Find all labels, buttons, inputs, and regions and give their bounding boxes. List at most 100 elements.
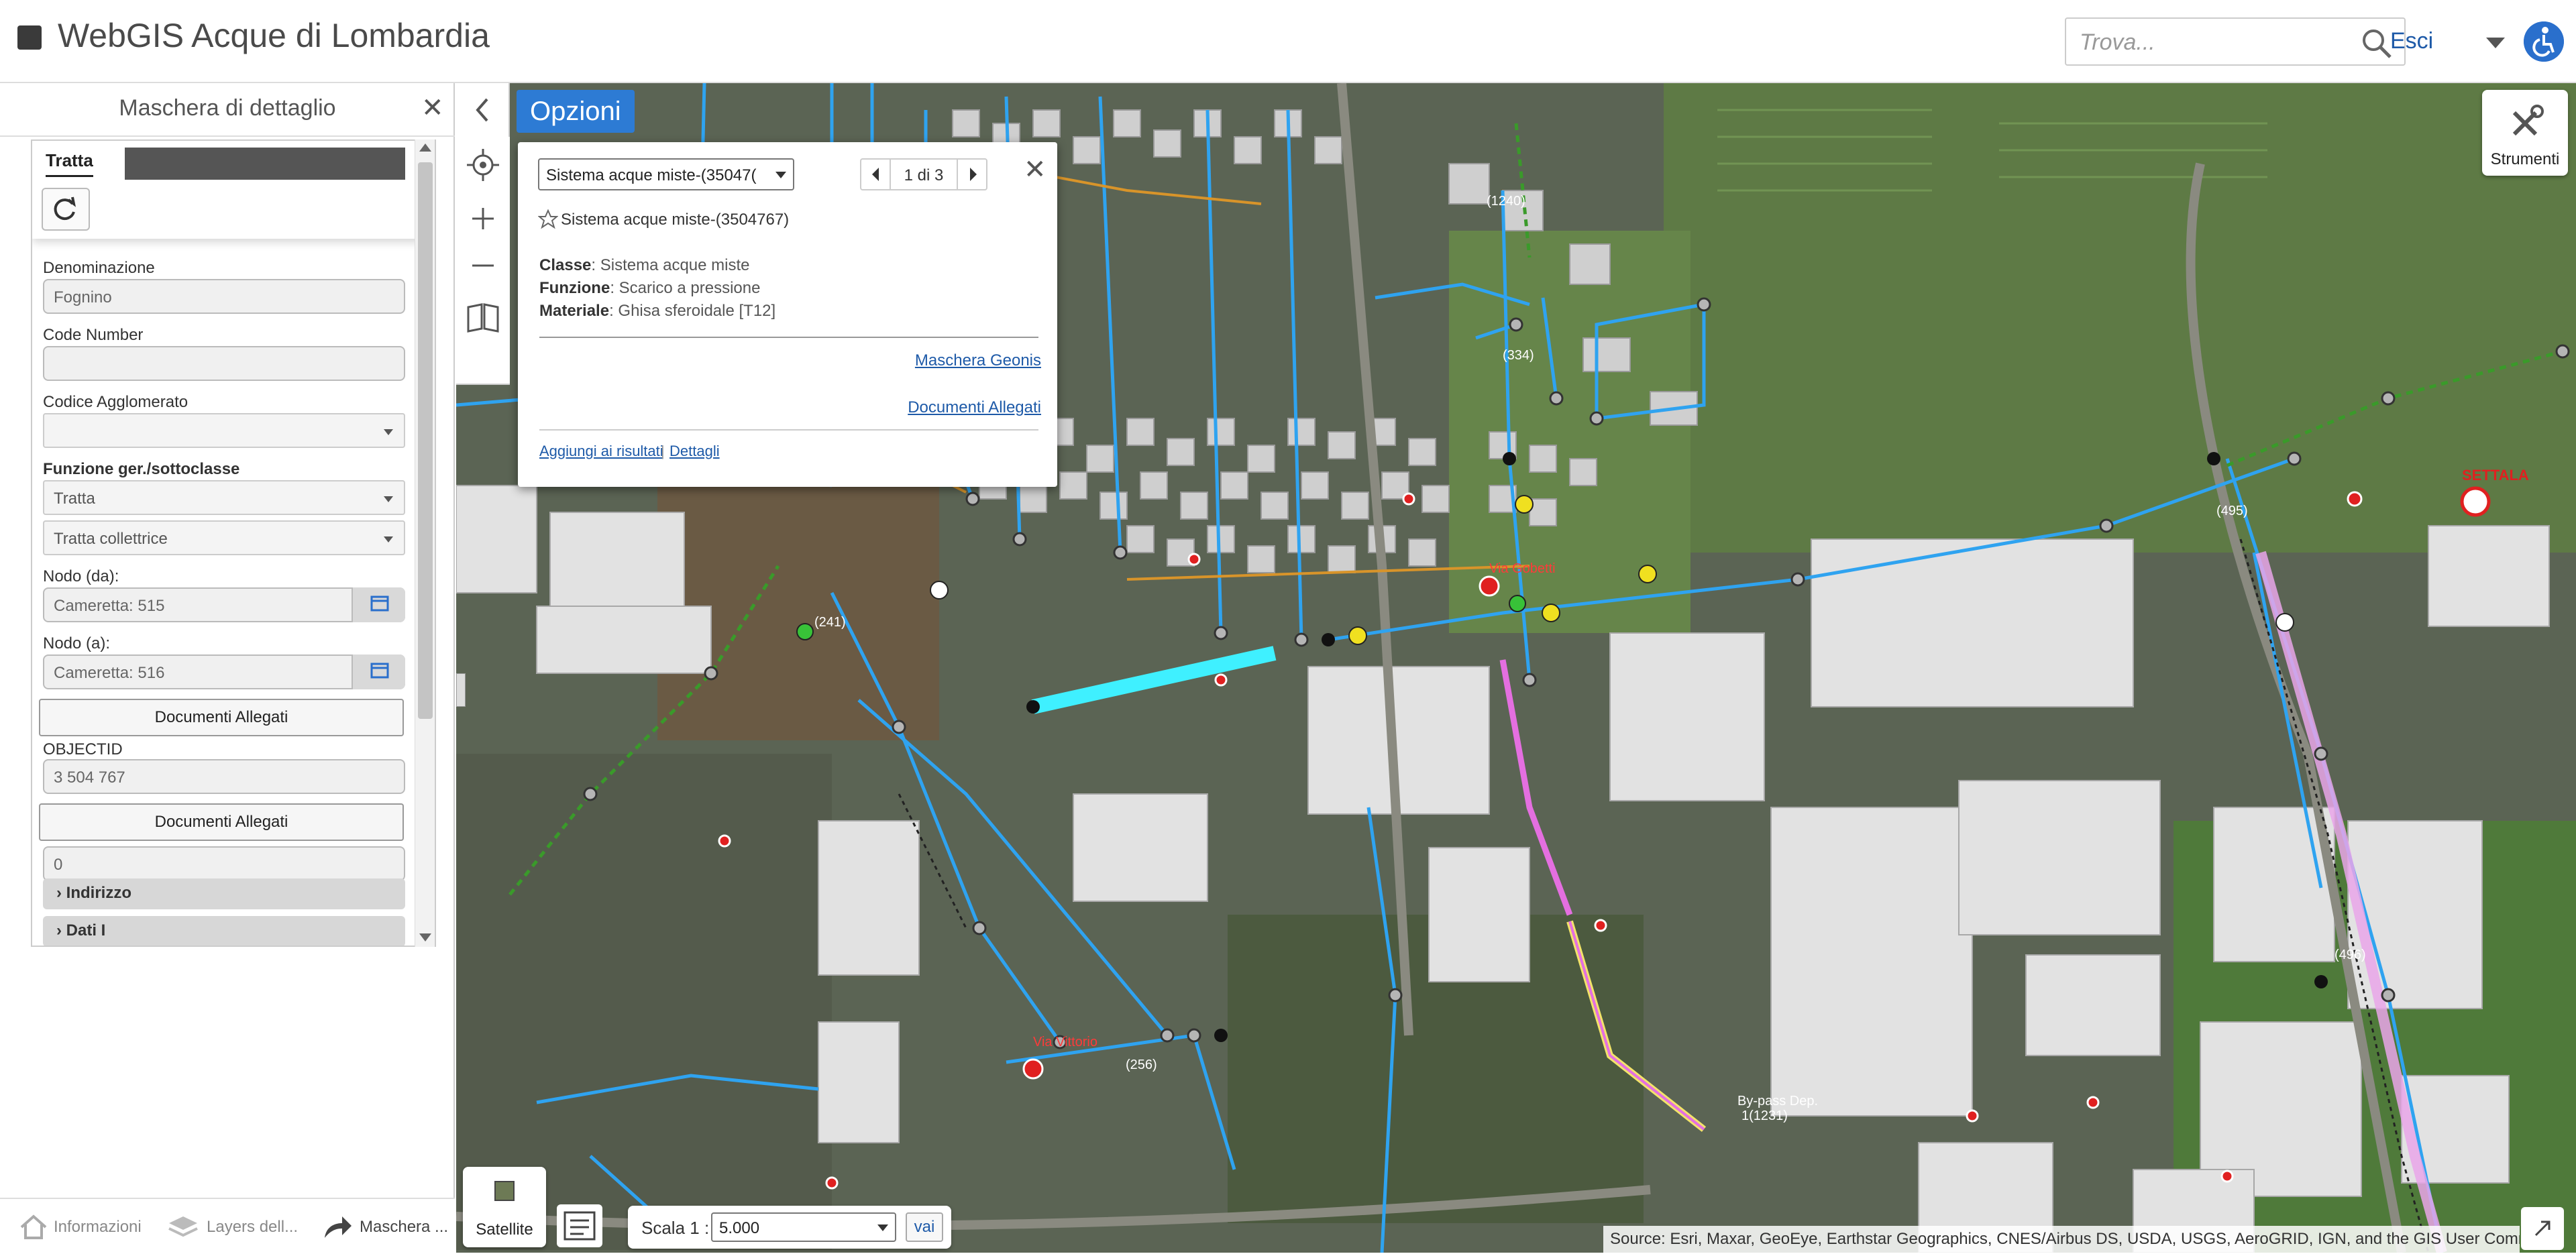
codice-agglomerato-select[interactable] <box>43 413 405 448</box>
feature-select[interactable]: Sistema acque miste-(35047( <box>538 158 794 190</box>
exit-link[interactable]: Esci <box>2390 28 2433 54</box>
form-scrollbar[interactable] <box>415 139 435 947</box>
funzione-label: Funzione ger./sottoclasse <box>43 460 240 478</box>
attribute-value: Ghisa sferoidale [T12] <box>618 302 776 320</box>
tab-layers[interactable]: Layers dell... <box>160 1199 310 1254</box>
chevron-down-icon <box>877 1224 888 1231</box>
chevron-right-icon: › <box>56 884 66 902</box>
refresh-button[interactable] <box>42 188 90 231</box>
code-number-field[interactable] <box>43 346 405 381</box>
nodo-da-picker-button[interactable] <box>352 587 405 622</box>
divider <box>539 337 1038 338</box>
attribute-row: Funzione: Scarico a pressione <box>539 279 761 297</box>
expand-icon <box>2534 1220 2551 1237</box>
app-title: WebGIS Acque di Lombardia <box>58 17 490 54</box>
nodo-a-picker-button[interactable] <box>352 654 405 689</box>
documenti-allegati-button[interactable]: Documenti Allegati <box>39 699 404 736</box>
chevron-down-icon <box>384 536 393 543</box>
nodo-a-field[interactable]: Cameretta: 516 <box>43 654 405 689</box>
search-input[interactable] <box>2078 25 2347 59</box>
map-label: SETTALA <box>2462 467 2529 483</box>
legend-button[interactable] <box>557 1204 602 1247</box>
previous-feature-button[interactable] <box>861 160 891 189</box>
bottom-tab-bar: Informazioni Layers dell... Maschera ... <box>0 1198 455 1254</box>
nodo-a-value: Cameretta: 516 <box>54 664 165 682</box>
nodo-da-value: Cameretta: 515 <box>54 597 165 615</box>
calendar-icon <box>370 663 389 679</box>
documenti-allegati-button-2[interactable]: Documenti Allegati <box>39 803 404 841</box>
triangle-right-icon <box>970 168 977 181</box>
satellite-thumbnail-icon <box>494 1181 515 1201</box>
nodo-da-field[interactable]: Cameretta: 515 <box>43 587 405 622</box>
scale-go-button[interactable]: vai <box>906 1212 943 1242</box>
map-label: (495) <box>2216 504 2248 518</box>
accordion-indirizzo[interactable]: › Indirizzo <box>43 878 405 909</box>
objectid-field[interactable]: 3 504 767 <box>43 759 405 794</box>
search-box[interactable] <box>2065 17 2406 66</box>
zoom-out-icon[interactable] <box>464 247 502 284</box>
expand-map-button[interactable] <box>2521 1207 2564 1250</box>
scroll-down-icon[interactable] <box>419 933 431 942</box>
app-logo-icon <box>17 25 42 50</box>
tab-informazioni[interactable]: Informazioni <box>0 1199 160 1254</box>
triangle-left-icon <box>872 168 879 181</box>
sottoclasse-value: Tratta collettrice <box>54 530 168 548</box>
scale-select[interactable]: 5.000 <box>711 1212 896 1242</box>
tab-tratta[interactable]: Tratta <box>46 150 93 177</box>
legend-icon <box>564 1211 596 1241</box>
basemap-satellite-button[interactable]: Satellite <box>463 1167 546 1247</box>
tools-button[interactable]: Strumenti <box>2482 90 2568 176</box>
scale-value: 5.000 <box>719 1219 760 1237</box>
tab-maschera[interactable]: Maschera ... <box>310 1199 455 1254</box>
link-separator: | <box>661 443 665 459</box>
map-label: (256) <box>1126 1058 1157 1072</box>
pager-count: 1 di 3 <box>904 166 944 184</box>
locate-icon[interactable] <box>464 146 502 184</box>
accordion-indirizzo-label: Indirizzo <box>66 884 131 902</box>
tab-placeholder[interactable] <box>125 148 405 180</box>
add-to-results-link[interactable]: Aggiungi ai risultati <box>539 443 663 460</box>
accessibility-icon[interactable] <box>2524 21 2564 62</box>
attribute-key: Classe <box>539 256 592 274</box>
map-label: (334) <box>1503 348 1534 363</box>
nodo-da-label: Nodo (da): <box>43 567 119 585</box>
zoom-in-icon[interactable] <box>464 200 502 237</box>
map-label: (241) <box>814 615 846 630</box>
options-button[interactable]: Opzioni <box>517 90 635 133</box>
map-label: (1240) <box>1487 194 1525 209</box>
scroll-up-icon[interactable] <box>419 144 431 152</box>
chevron-down-icon[interactable] <box>2486 38 2505 48</box>
close-popup-icon[interactable]: ✕ <box>1024 154 1046 185</box>
denominazione-field[interactable]: Fognino <box>43 279 405 314</box>
close-panel-icon[interactable]: ✕ <box>421 93 444 123</box>
map-label: By-pass Dep. <box>1737 1094 1818 1108</box>
attribute-key: Materiale <box>539 302 610 320</box>
extra-field[interactable]: 0 <box>43 846 405 881</box>
tab-informazioni-label: Informazioni <box>54 1218 142 1236</box>
scroll-thumb[interactable] <box>418 162 433 719</box>
maschera-geonis-link[interactable]: Maschera Geonis <box>915 351 1041 370</box>
objectid-label: OBJECTID <box>43 740 123 758</box>
details-link[interactable]: Dettagli <box>669 443 720 460</box>
map-view[interactable]: (1240) (334) (495) (241) (256) (496) SET… <box>456 83 2576 1253</box>
panel-splitter[interactable] <box>456 673 466 707</box>
map-label: (496) <box>2334 948 2366 962</box>
feature-select-value: Sistema acque miste-(35047( <box>546 166 757 184</box>
next-feature-button[interactable] <box>957 160 986 189</box>
star-icon[interactable] <box>538 209 558 229</box>
funzione-select[interactable]: Tratta <box>43 480 405 515</box>
chevron-down-icon <box>384 496 393 502</box>
tab-maschera-label: Maschera ... <box>360 1218 449 1236</box>
bookmarks-icon[interactable] <box>464 298 502 335</box>
accordion-dati[interactable]: › Dati I <box>43 916 405 946</box>
codice-agglomerato-label: Codice Agglomerato <box>43 393 189 411</box>
documenti-allegati-link[interactable]: Documenti Allegati <box>908 398 1041 417</box>
satellite-label: Satellite <box>476 1220 533 1239</box>
panel-title: Maschera di dettaglio <box>119 95 336 121</box>
feature-title: Sistema acque miste-(3504767) <box>561 211 790 229</box>
collapse-panel-button[interactable] <box>456 83 510 137</box>
search-icon[interactable] <box>2360 27 2394 60</box>
app-header: WebGIS Acque di Lombardia Esci <box>0 0 2576 83</box>
detail-panel: Maschera di dettaglio ✕ Tratta Denominaz… <box>0 83 455 1254</box>
sottoclasse-select[interactable]: Tratta collettrice <box>43 520 405 555</box>
